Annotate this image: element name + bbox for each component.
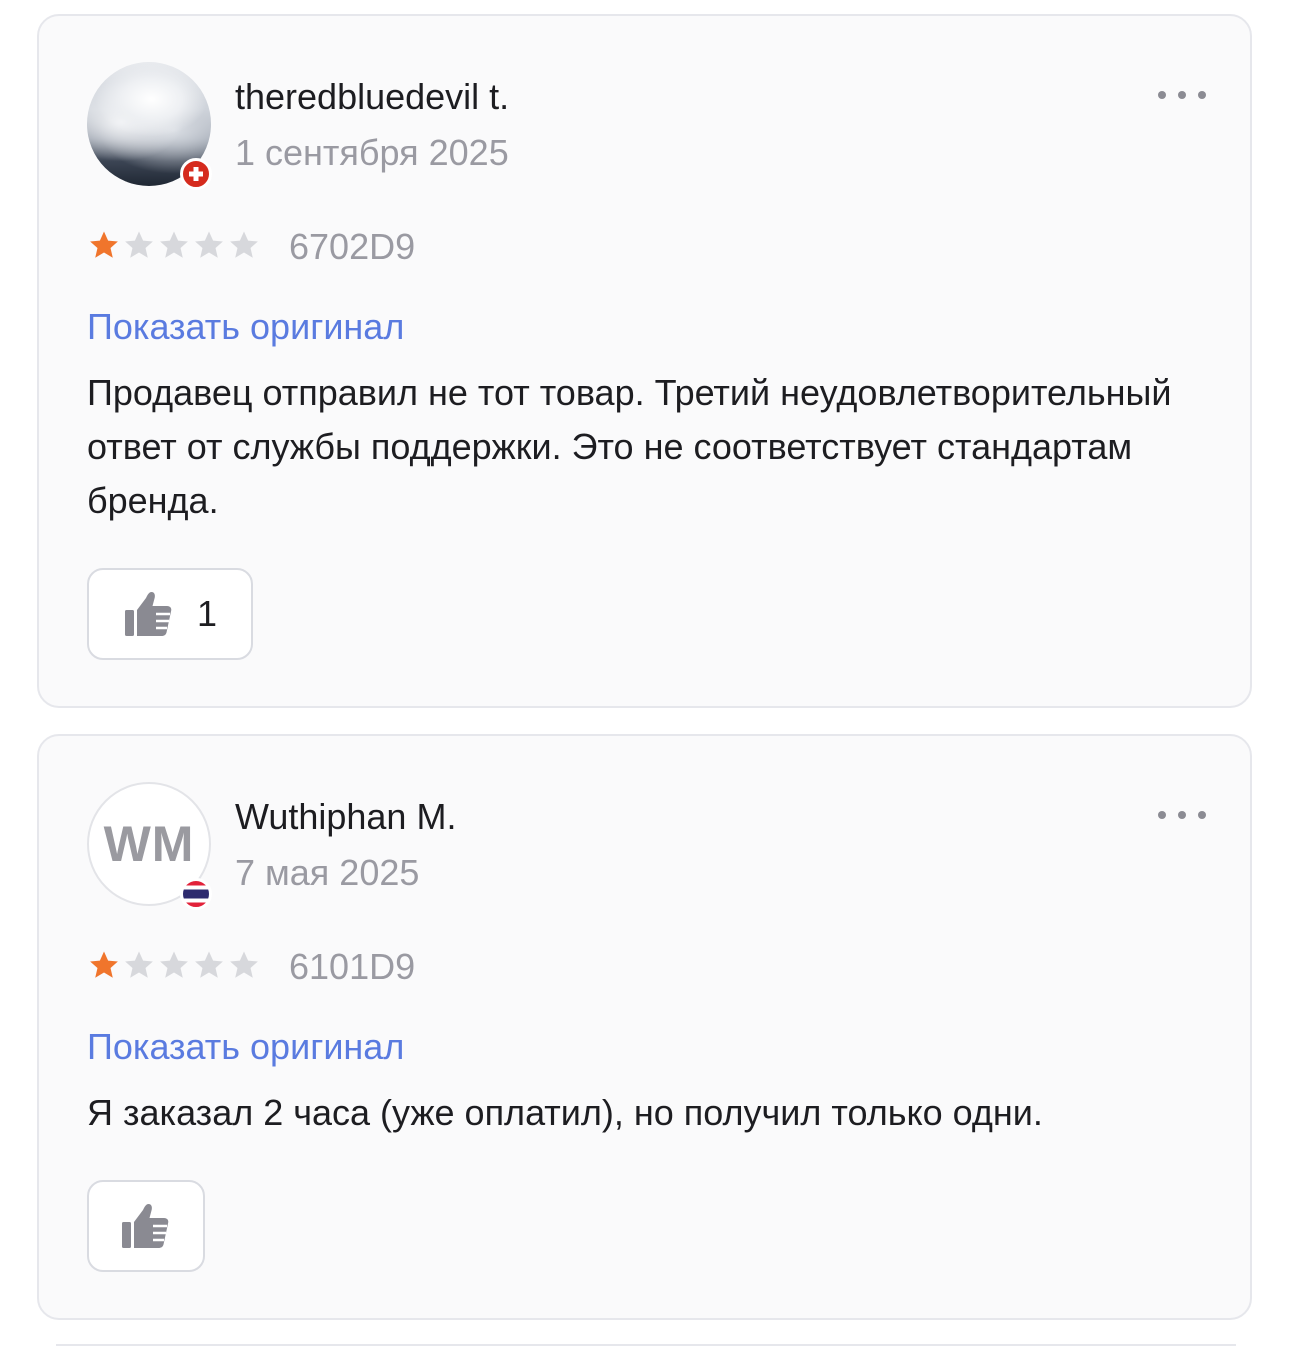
show-original-link[interactable]: Показать оригинал bbox=[87, 1026, 404, 1068]
thumbs-up-icon bbox=[122, 1204, 169, 1248]
star-icon bbox=[125, 231, 153, 258]
star-rating bbox=[87, 948, 261, 982]
review-text: Продавец отправил не тот товар. Третий н… bbox=[87, 372, 1172, 521]
more-options-icon[interactable] bbox=[1158, 80, 1206, 110]
like-count: 1 bbox=[196, 593, 218, 634]
thailand-flag-icon bbox=[180, 878, 212, 910]
star-icon bbox=[160, 951, 188, 978]
star-icon bbox=[160, 231, 188, 258]
review-date: 7 мая 2025 bbox=[235, 852, 420, 893]
product-code: 6101D9 bbox=[289, 946, 416, 987]
star-rating bbox=[87, 228, 261, 262]
star-icon bbox=[90, 951, 118, 978]
author-name: theredbluedevil t. bbox=[235, 76, 510, 117]
author-name: Wuthiphan M. bbox=[235, 796, 457, 837]
show-original-link[interactable]: Показать оригинал bbox=[87, 306, 404, 348]
star-icon bbox=[125, 951, 153, 978]
product-code: 6702D9 bbox=[289, 226, 416, 267]
star-icon bbox=[90, 231, 118, 258]
like-button[interactable] bbox=[87, 1180, 205, 1272]
star-icon bbox=[195, 951, 223, 978]
review-text: Я заказал 2 часа (уже оплатил), но получ… bbox=[87, 1092, 1043, 1133]
thumbs-up-icon bbox=[124, 592, 172, 636]
star-icon bbox=[230, 231, 258, 258]
switzerland-flag-icon bbox=[180, 158, 212, 190]
like-button[interactable]: 1 bbox=[87, 568, 253, 660]
more-options-icon[interactable] bbox=[1158, 800, 1206, 830]
review-date: 1 сентября 2025 bbox=[235, 132, 509, 173]
review-card: WM Wuthiphan M. 7 мая 2025 6101D9 Показа… bbox=[37, 734, 1252, 1320]
star-icon bbox=[195, 231, 223, 258]
star-icon bbox=[230, 951, 258, 978]
review-card: theredbluedevil t. 1 сентября 2025 6702D… bbox=[37, 14, 1252, 708]
